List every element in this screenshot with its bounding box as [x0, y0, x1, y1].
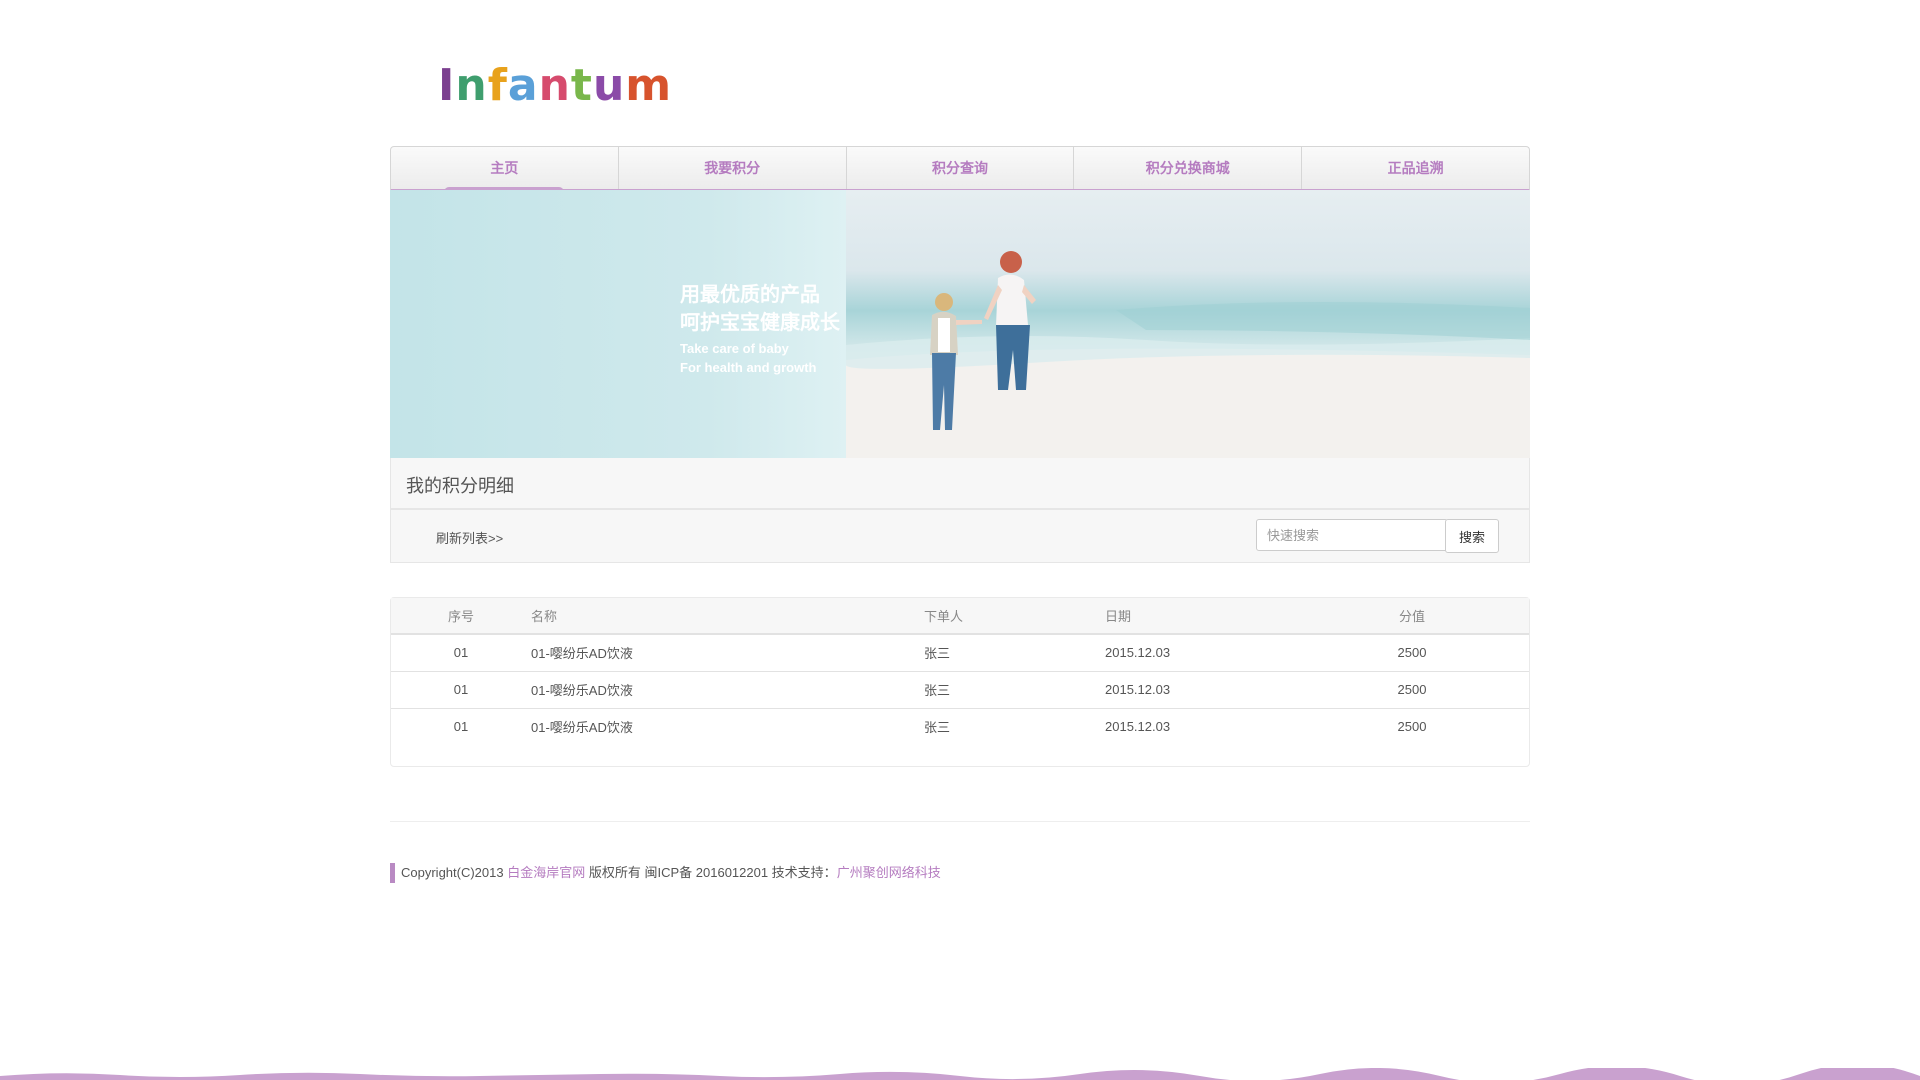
cell-index: 01 [453, 682, 469, 697]
logo[interactable]: Infantum [438, 64, 672, 108]
support-company-link[interactable]: 广州聚创网络科技 [837, 865, 941, 880]
search-button[interactable]: 搜索 [1445, 519, 1499, 553]
banner-slogan: 用最优质的产品 呵护宝宝健康成长 Take care of baby For h… [680, 280, 840, 374]
logo-letter: m [625, 60, 673, 111]
copyright-text: Copyright(C)2013 [401, 865, 504, 880]
column-header-spacer [1459, 598, 1529, 634]
column-header-date: 日期 [1105, 609, 1132, 624]
nav-item-points-mall[interactable]: 积分兑换商城 [1074, 147, 1303, 189]
rights-text: 版权所有 闽ICP备 2016012201 技术支持： [588, 865, 837, 880]
quick-search-input[interactable] [1256, 519, 1448, 551]
column-header-orderer: 下单人 [924, 609, 964, 624]
cell-orderer: 张三 [924, 720, 951, 736]
cell-date: 2015.12.03 [1105, 682, 1171, 697]
cell-date: 2015.12.03 [1105, 645, 1171, 661]
column-header-index: 序号 [447, 609, 474, 624]
cell-index: 01 [453, 645, 469, 661]
nav-item-points-query[interactable]: 积分查询 [847, 147, 1075, 189]
table-header-row: 序号 名称 下单人 日期 分值 [391, 598, 1529, 634]
points-table-panel: 序号 名称 下单人 日期 分值 01 01-嘤纷乐AD饮液 张三 2015.12… [390, 597, 1530, 767]
column-header-points: 分值 [1398, 609, 1425, 624]
column-header-name: 名称 [531, 609, 558, 624]
refresh-list-link[interactable]: 刷新列表>> [436, 528, 503, 547]
main-nav: 主页 我要积分 积分查询 积分兑换商城 正品追溯 [390, 146, 1530, 192]
table-row[interactable]: 01 01-嘤纷乐AD饮液 张三 2015.12.03 2500 [391, 671, 1529, 708]
banner-slogan-cn-line2: 呵护宝宝健康成长 [680, 310, 840, 334]
cell-spacer [1459, 671, 1529, 708]
logo-letter: n [455, 60, 488, 111]
list-toolbar: 刷新列表>> 搜索 [390, 509, 1530, 563]
page: Infantum 主页 我要积分 积分查询 积分兑换商城 正品追溯 用最优质的产… [0, 0, 1920, 1080]
bottom-wave-decoration [0, 1068, 1920, 1080]
cell-points: 2500 [1397, 645, 1427, 661]
logo-letter: I [438, 60, 456, 111]
hero-banner: 用最优质的产品 呵护宝宝健康成长 Take care of baby For h… [390, 190, 1530, 458]
logo-letter: f [487, 60, 508, 111]
cell-index: 01 [453, 719, 469, 735]
logo-letter: n [538, 60, 571, 111]
page-title: 我的积分明细 [406, 476, 514, 496]
cell-spacer [1459, 634, 1529, 671]
cell-name: 01-嘤纷乐AD饮液 [531, 646, 633, 662]
banner-slogan-en-line2: For health and growth [680, 360, 817, 375]
site-link[interactable]: 白金海岸官网 [507, 865, 585, 880]
cell-points: 2500 [1397, 719, 1427, 735]
cell-name: 01-嘤纷乐AD饮液 [531, 720, 633, 736]
logo-letter: t [570, 60, 593, 111]
logo-letter: a [507, 60, 539, 111]
section-header: 我的积分明细 [390, 458, 1530, 509]
cell-spacer [1459, 708, 1529, 745]
banner-slogan-en-line1: Take care of baby [680, 341, 789, 356]
footer-copyright: Copyright(C)2013 白金海岸官网 版权所有 闽ICP备 20160… [390, 863, 941, 883]
cell-date: 2015.12.03 [1105, 719, 1171, 735]
logo-letter: u [592, 60, 626, 111]
table-row[interactable]: 01 01-嘤纷乐AD饮液 张三 2015.12.03 2500 [391, 708, 1529, 745]
banner-slogan-cn-line1: 用最优质的产品 [680, 282, 820, 306]
nav-item-earn-points[interactable]: 我要积分 [619, 147, 847, 189]
cell-orderer: 张三 [924, 646, 951, 662]
table-row[interactable]: 01 01-嘤纷乐AD饮液 张三 2015.12.03 2500 [391, 634, 1529, 671]
nav-item-home[interactable]: 主页 [391, 147, 619, 192]
nav-item-authenticity-trace[interactable]: 正品追溯 [1302, 147, 1529, 189]
cell-name: 01-嘤纷乐AD饮液 [531, 683, 633, 698]
cell-orderer: 张三 [924, 683, 951, 698]
cell-points: 2500 [1397, 682, 1427, 697]
footer-divider [390, 821, 1530, 822]
banner-photo-mother-child [846, 251, 1530, 458]
points-table: 序号 名称 下单人 日期 分值 01 01-嘤纷乐AD饮液 张三 2015.12… [391, 598, 1529, 745]
